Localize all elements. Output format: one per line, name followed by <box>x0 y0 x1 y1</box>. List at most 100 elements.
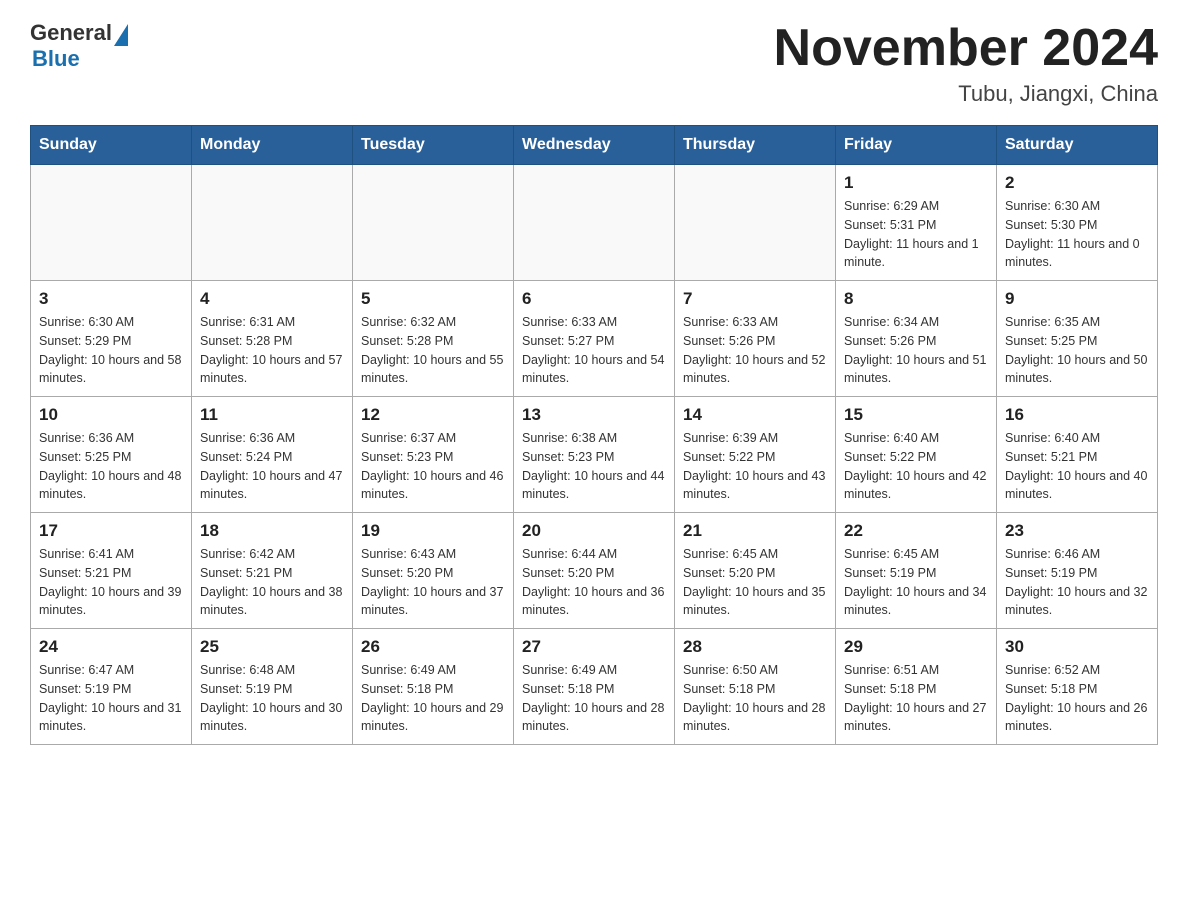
calendar-cell <box>514 165 675 281</box>
day-info: Sunrise: 6:40 AM Sunset: 5:22 PM Dayligh… <box>844 429 988 504</box>
day-info: Sunrise: 6:33 AM Sunset: 5:27 PM Dayligh… <box>522 313 666 388</box>
calendar-subtitle: Tubu, Jiangxi, China <box>774 81 1158 107</box>
day-info: Sunrise: 6:47 AM Sunset: 5:19 PM Dayligh… <box>39 661 183 736</box>
weekday-header-wednesday: Wednesday <box>514 126 675 165</box>
day-number: 29 <box>844 637 988 657</box>
day-info: Sunrise: 6:44 AM Sunset: 5:20 PM Dayligh… <box>522 545 666 620</box>
calendar-cell: 11Sunrise: 6:36 AM Sunset: 5:24 PM Dayli… <box>192 397 353 513</box>
day-number: 28 <box>683 637 827 657</box>
day-info: Sunrise: 6:49 AM Sunset: 5:18 PM Dayligh… <box>522 661 666 736</box>
calendar-cell: 20Sunrise: 6:44 AM Sunset: 5:20 PM Dayli… <box>514 513 675 629</box>
day-info: Sunrise: 6:45 AM Sunset: 5:20 PM Dayligh… <box>683 545 827 620</box>
day-info: Sunrise: 6:42 AM Sunset: 5:21 PM Dayligh… <box>200 545 344 620</box>
day-number: 9 <box>1005 289 1149 309</box>
day-number: 15 <box>844 405 988 425</box>
day-info: Sunrise: 6:51 AM Sunset: 5:18 PM Dayligh… <box>844 661 988 736</box>
day-number: 17 <box>39 521 183 541</box>
day-info: Sunrise: 6:49 AM Sunset: 5:18 PM Dayligh… <box>361 661 505 736</box>
weekday-header-monday: Monday <box>192 126 353 165</box>
calendar-cell: 16 Sunrise: 6:40 AM Sunset: 5:21 PM Dayli… <box>997 397 1158 513</box>
day-number: 11 <box>200 405 344 425</box>
calendar-cell <box>675 165 836 281</box>
calendar-cell: 29 Sunrise: 6:51 AM Sunset: 5:18 PM Dayli… <box>836 629 997 745</box>
day-number: 16 <box>1005 405 1149 425</box>
day-number: 12 <box>361 405 505 425</box>
day-info: Sunrise: 6:40 AM Sunset: 5:21 PM Dayligh… <box>1005 429 1149 504</box>
day-info: Sunrise: 6:34 AM Sunset: 5:26 PM Dayligh… <box>844 313 988 388</box>
day-number: 24 <box>39 637 183 657</box>
day-number: 10 <box>39 405 183 425</box>
day-info: Sunrise: 6:38 AM Sunset: 5:23 PM Dayligh… <box>522 429 666 504</box>
day-info: Sunrise: 6:46 AM Sunset: 5:19 PM Dayligh… <box>1005 545 1149 620</box>
calendar-cell: 15 Sunrise: 6:40 AM Sunset: 5:22 PM Dayli… <box>836 397 997 513</box>
day-info: Sunrise: 6:52 AM Sunset: 5:18 PM Dayligh… <box>1005 661 1149 736</box>
weekday-header-thursday: Thursday <box>675 126 836 165</box>
week-row-3: 10 Sunrise: 6:36 AM Sunset: 5:25 PM Dayli… <box>31 397 1158 513</box>
calendar-cell: 8 Sunrise: 6:34 AM Sunset: 5:26 PM Daylig… <box>836 281 997 397</box>
calendar-cell: 9 Sunrise: 6:35 AM Sunset: 5:25 PM Daylig… <box>997 281 1158 397</box>
logo-general-text: General <box>30 20 112 46</box>
calendar-cell: 19Sunrise: 6:43 AM Sunset: 5:20 PM Dayli… <box>353 513 514 629</box>
calendar-cell: 26 Sunrise: 6:49 AM Sunset: 5:18 PM Dayli… <box>353 629 514 745</box>
calendar-cell: 28 Sunrise: 6:50 AM Sunset: 5:18 PM Dayli… <box>675 629 836 745</box>
day-number: 26 <box>361 637 505 657</box>
day-number: 1 <box>844 173 988 193</box>
weekday-header-sunday: Sunday <box>31 126 192 165</box>
day-info: Sunrise: 6:30 AM Sunset: 5:29 PM Dayligh… <box>39 313 183 388</box>
calendar-cell: 7 Sunrise: 6:33 AM Sunset: 5:26 PM Daylig… <box>675 281 836 397</box>
calendar-cell: 1Sunrise: 6:29 AM Sunset: 5:31 PM Daylig… <box>836 165 997 281</box>
calendar-cell: 13 Sunrise: 6:38 AM Sunset: 5:23 PM Dayli… <box>514 397 675 513</box>
week-row-1: 1Sunrise: 6:29 AM Sunset: 5:31 PM Daylig… <box>31 165 1158 281</box>
day-info: Sunrise: 6:33 AM Sunset: 5:26 PM Dayligh… <box>683 313 827 388</box>
calendar-cell: 10 Sunrise: 6:36 AM Sunset: 5:25 PM Dayli… <box>31 397 192 513</box>
weekday-header-friday: Friday <box>836 126 997 165</box>
logo: General Blue <box>30 20 128 72</box>
week-row-2: 3 Sunrise: 6:30 AM Sunset: 5:29 PM Daylig… <box>31 281 1158 397</box>
day-number: 13 <box>522 405 666 425</box>
weekday-header-row: SundayMondayTuesdayWednesdayThursdayFrid… <box>31 126 1158 165</box>
calendar-cell <box>353 165 514 281</box>
logo-blue-text: Blue <box>32 46 80 71</box>
day-number: 21 <box>683 521 827 541</box>
calendar-cell: 30 Sunrise: 6:52 AM Sunset: 5:18 PM Dayli… <box>997 629 1158 745</box>
day-info: Sunrise: 6:50 AM Sunset: 5:18 PM Dayligh… <box>683 661 827 736</box>
day-info: Sunrise: 6:43 AM Sunset: 5:20 PM Dayligh… <box>361 545 505 620</box>
day-info: Sunrise: 6:32 AM Sunset: 5:28 PM Dayligh… <box>361 313 505 388</box>
day-number: 3 <box>39 289 183 309</box>
day-info: Sunrise: 6:35 AM Sunset: 5:25 PM Dayligh… <box>1005 313 1149 388</box>
day-number: 4 <box>200 289 344 309</box>
day-info: Sunrise: 6:36 AM Sunset: 5:25 PM Dayligh… <box>39 429 183 504</box>
calendar-cell: 2Sunrise: 6:30 AM Sunset: 5:30 PM Daylig… <box>997 165 1158 281</box>
calendar-cell <box>31 165 192 281</box>
day-number: 14 <box>683 405 827 425</box>
week-row-5: 24 Sunrise: 6:47 AM Sunset: 5:19 PM Dayli… <box>31 629 1158 745</box>
calendar-cell: 23 Sunrise: 6:46 AM Sunset: 5:19 PM Dayli… <box>997 513 1158 629</box>
week-row-4: 17 Sunrise: 6:41 AM Sunset: 5:21 PM Dayli… <box>31 513 1158 629</box>
day-number: 8 <box>844 289 988 309</box>
day-number: 23 <box>1005 521 1149 541</box>
calendar-cell: 5 Sunrise: 6:32 AM Sunset: 5:28 PM Daylig… <box>353 281 514 397</box>
calendar-cell: 18Sunrise: 6:42 AM Sunset: 5:21 PM Dayli… <box>192 513 353 629</box>
calendar-cell: 12 Sunrise: 6:37 AM Sunset: 5:23 PM Dayli… <box>353 397 514 513</box>
calendar-cell: 14Sunrise: 6:39 AM Sunset: 5:22 PM Dayli… <box>675 397 836 513</box>
calendar-cell: 25 Sunrise: 6:48 AM Sunset: 5:19 PM Dayli… <box>192 629 353 745</box>
calendar-title: November 2024 <box>774 20 1158 77</box>
weekday-header-tuesday: Tuesday <box>353 126 514 165</box>
day-number: 5 <box>361 289 505 309</box>
calendar-cell: 22 Sunrise: 6:45 AM Sunset: 5:19 PM Dayli… <box>836 513 997 629</box>
calendar-cell: 6 Sunrise: 6:33 AM Sunset: 5:27 PM Daylig… <box>514 281 675 397</box>
day-number: 22 <box>844 521 988 541</box>
day-number: 30 <box>1005 637 1149 657</box>
day-info: Sunrise: 6:30 AM Sunset: 5:30 PM Dayligh… <box>1005 197 1149 272</box>
day-number: 6 <box>522 289 666 309</box>
day-number: 7 <box>683 289 827 309</box>
calendar-cell: 3 Sunrise: 6:30 AM Sunset: 5:29 PM Daylig… <box>31 281 192 397</box>
calendar-cell <box>192 165 353 281</box>
calendar-cell: 24 Sunrise: 6:47 AM Sunset: 5:19 PM Dayli… <box>31 629 192 745</box>
day-info: Sunrise: 6:48 AM Sunset: 5:19 PM Dayligh… <box>200 661 344 736</box>
day-info: Sunrise: 6:37 AM Sunset: 5:23 PM Dayligh… <box>361 429 505 504</box>
day-number: 25 <box>200 637 344 657</box>
day-info: Sunrise: 6:45 AM Sunset: 5:19 PM Dayligh… <box>844 545 988 620</box>
day-info: Sunrise: 6:41 AM Sunset: 5:21 PM Dayligh… <box>39 545 183 620</box>
title-area: November 2024 Tubu, Jiangxi, China <box>774 20 1158 107</box>
